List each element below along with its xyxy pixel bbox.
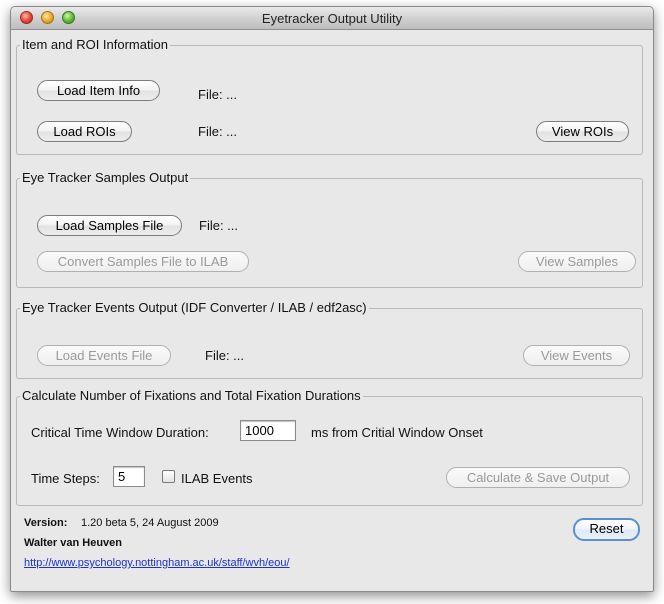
time-window-label: Critical Time Window Duration: xyxy=(31,425,209,440)
samples-file-label: File: ... xyxy=(199,218,239,233)
item-roi-group-title: Item and ROI Information xyxy=(20,37,170,52)
samples-group: Eye Tracker Samples Output Load Samples … xyxy=(16,170,643,288)
calculate-group: Calculate Number of Fixations and Total … xyxy=(16,388,643,506)
window-title: Eyetracker Output Utility xyxy=(261,11,403,26)
calculate-save-button[interactable]: Calculate & Save Output xyxy=(446,467,630,488)
events-group: Eye Tracker Events Output (IDF Converter… xyxy=(16,300,643,379)
ilab-events-checkbox[interactable] xyxy=(162,470,175,483)
ilab-events-label: ILAB Events xyxy=(181,471,253,486)
title-bar[interactable]: Eyetracker Output Utility xyxy=(11,7,653,30)
view-rois-button[interactable]: View ROIs xyxy=(536,121,629,142)
homepage-link[interactable]: http://www.psychology.nottingham.ac.uk/s… xyxy=(24,557,290,569)
app-window: Eyetracker Output Utility Item and ROI I… xyxy=(10,6,654,592)
item-file-label: File: ... xyxy=(198,87,238,102)
author-name: Walter van Heuven xyxy=(24,537,123,549)
time-window-input[interactable]: 1000 xyxy=(240,420,296,441)
version-label: Version: xyxy=(24,517,68,529)
view-samples-button[interactable]: View Samples xyxy=(518,251,636,272)
time-steps-label: Time Steps: xyxy=(31,471,100,486)
time-steps-input[interactable]: 5 xyxy=(113,466,145,487)
rois-file-label: File: ... xyxy=(198,124,238,139)
load-events-file-button[interactable]: Load Events File xyxy=(37,345,171,366)
load-item-info-button[interactable]: Load Item Info xyxy=(37,80,160,101)
load-rois-button[interactable]: Load ROIs xyxy=(37,121,132,142)
item-roi-group: Item and ROI Information Load Item Info … xyxy=(16,37,643,155)
calculate-group-title: Calculate Number of Fixations and Total … xyxy=(20,388,363,403)
reset-button[interactable]: Reset xyxy=(573,518,640,541)
view-events-button[interactable]: View Events xyxy=(523,345,630,366)
events-file-label: File: ... xyxy=(205,348,245,363)
samples-group-title: Eye Tracker Samples Output xyxy=(20,170,191,185)
convert-samples-button[interactable]: Convert Samples File to ILAB xyxy=(37,251,249,272)
load-samples-file-button[interactable]: Load Samples File xyxy=(37,215,182,236)
events-group-title: Eye Tracker Events Output (IDF Converter… xyxy=(20,300,369,315)
version-value: 1.20 beta 5, 24 August 2009 xyxy=(81,517,219,529)
time-window-suffix: ms from Critial Window Onset xyxy=(311,425,483,440)
